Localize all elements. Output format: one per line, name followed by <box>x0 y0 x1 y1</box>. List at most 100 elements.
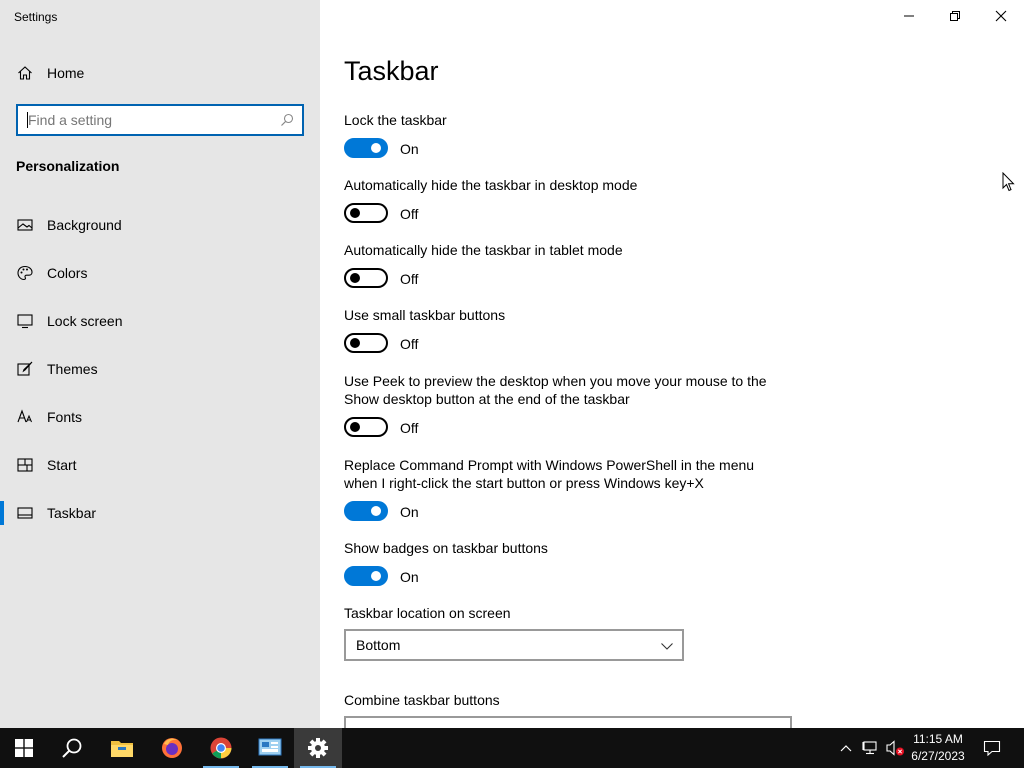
file-explorer-icon <box>111 741 133 757</box>
sidebar-item-label: Themes <box>47 361 98 377</box>
sidebar-item-label: Lock screen <box>47 313 123 329</box>
section-title: Personalization <box>16 158 120 174</box>
toggle-knob <box>350 422 360 432</box>
settings-taskbar-button[interactable] <box>294 728 342 768</box>
toggle-knob <box>350 208 360 218</box>
toggle-state: Off <box>400 271 419 287</box>
combine-buttons-label: Combine taskbar buttons <box>344 692 500 708</box>
sidebar-item-taskbar[interactable]: Taskbar <box>0 493 320 533</box>
start-tiles-icon <box>17 457 33 473</box>
control-panel-icon <box>258 738 282 756</box>
app-title: Settings <box>14 10 58 24</box>
volume-tray-button[interactable] <box>884 728 906 768</box>
toggle-knob <box>371 571 381 581</box>
setting-label-lock-taskbar: Lock the taskbar <box>344 112 447 128</box>
chrome-icon <box>210 737 232 759</box>
sidebar-item-background[interactable]: Background <box>0 205 320 245</box>
autohide-desktop-toggle[interactable] <box>344 203 388 223</box>
select-value: Bottom <box>356 637 401 653</box>
sidebar-item-label: Taskbar <box>47 505 97 521</box>
toggle-knob <box>350 338 360 348</box>
sidebar: Settings Home Personalization Background <box>0 0 320 728</box>
sidebar-item-label: Start <box>47 457 77 473</box>
setting-label-badges: Show badges on taskbar buttons <box>344 540 548 556</box>
clock-time: 11:15 AM <box>913 732 963 746</box>
small-buttons-toggle[interactable] <box>344 333 388 353</box>
toggle-knob <box>371 143 381 153</box>
clock[interactable]: 11:15 AM 6/27/2023 <box>906 731 970 765</box>
lock-taskbar-toggle[interactable] <box>344 138 388 158</box>
sidebar-item-label: Background <box>47 217 122 233</box>
start-icon <box>15 739 33 757</box>
setting-label-peek: Use Peek to preview the desktop when you… <box>344 373 767 407</box>
network-icon <box>862 741 877 755</box>
font-icon <box>17 409 33 425</box>
autohide-tablet-toggle[interactable] <box>344 268 388 288</box>
firefox-icon <box>162 738 182 758</box>
toggle-knob <box>371 506 381 516</box>
page-title: Taskbar <box>344 56 439 86</box>
network-tray-button[interactable] <box>860 728 882 768</box>
setting-label-autohide-tablet: Automatically hide the taskbar in tablet… <box>344 242 623 258</box>
sidebar-item-themes[interactable]: Themes <box>0 349 320 389</box>
start-button[interactable] <box>0 728 48 768</box>
taskbar-location-label: Taskbar location on screen <box>344 605 511 621</box>
picture-icon <box>17 217 33 233</box>
peek-toggle[interactable] <box>344 417 388 437</box>
volume-muted-icon <box>886 740 904 756</box>
restore-button[interactable] <box>932 0 978 32</box>
toggle-state: Off <box>400 206 419 222</box>
home-nav-item[interactable]: Home <box>0 56 320 90</box>
control-panel-button[interactable] <box>246 728 294 768</box>
chevron-up-icon <box>840 745 852 752</box>
restore-icon <box>950 11 960 21</box>
search-icon <box>62 738 82 758</box>
minimize-icon <box>904 15 914 17</box>
action-center-button[interactable] <box>976 728 1008 768</box>
chrome-button[interactable] <box>197 728 245 768</box>
combine-buttons-select[interactable] <box>344 716 792 728</box>
setting-label-autohide-desktop: Automatically hide the taskbar in deskto… <box>344 177 638 193</box>
minimize-button[interactable] <box>886 0 932 32</box>
sidebar-item-label: Colors <box>47 265 88 281</box>
sidebar-item-label: Fonts <box>47 409 83 425</box>
close-button[interactable] <box>978 0 1024 32</box>
caption-buttons <box>886 0 1024 32</box>
sidebar-item-colors[interactable]: Colors <box>0 253 320 293</box>
setting-label-small-buttons: Use small taskbar buttons <box>344 307 506 323</box>
search-box[interactable] <box>16 104 304 136</box>
toggle-state: Off <box>400 420 419 436</box>
badges-toggle[interactable] <box>344 566 388 586</box>
setting-label-powershell: Replace Command Prompt with Windows Powe… <box>344 457 755 491</box>
toggle-state: Off <box>400 336 419 352</box>
selection-indicator <box>0 501 4 525</box>
home-label: Home <box>47 65 85 81</box>
toggle-state: On <box>400 141 419 157</box>
brush-icon <box>17 361 33 377</box>
chevron-down-icon <box>660 639 674 651</box>
toggle-knob <box>350 273 360 283</box>
settings-icon <box>308 738 328 758</box>
sidebar-item-lock-screen[interactable]: Lock screen <box>0 301 320 341</box>
sidebar-item-fonts[interactable]: Fonts <box>0 397 320 437</box>
taskbar-location-select[interactable]: Bottom <box>344 629 684 661</box>
show-hidden-icons-button[interactable] <box>836 728 856 768</box>
settings-window: Settings Home Personalization Background <box>0 0 1024 728</box>
search-input[interactable] <box>28 110 268 130</box>
monitor-lock-icon <box>17 313 33 329</box>
close-icon <box>995 10 1007 22</box>
toggle-state: On <box>400 569 419 585</box>
sidebar-item-start[interactable]: Start <box>0 445 320 485</box>
toggle-state: On <box>400 504 419 520</box>
palette-icon <box>17 265 33 281</box>
clock-date: 6/27/2023 <box>911 749 965 763</box>
home-icon <box>17 65 33 81</box>
firefox-button[interactable] <box>148 728 196 768</box>
file-explorer-button[interactable] <box>98 728 146 768</box>
taskbar: 11:15 AM 6/27/2023 <box>0 728 1024 768</box>
taskbar-search-button[interactable] <box>48 728 96 768</box>
search-icon[interactable] <box>280 113 294 127</box>
notification-icon <box>983 740 1001 756</box>
content-pane: Taskbar Lock the taskbar On Automaticall… <box>320 0 1024 728</box>
powershell-toggle[interactable] <box>344 501 388 521</box>
